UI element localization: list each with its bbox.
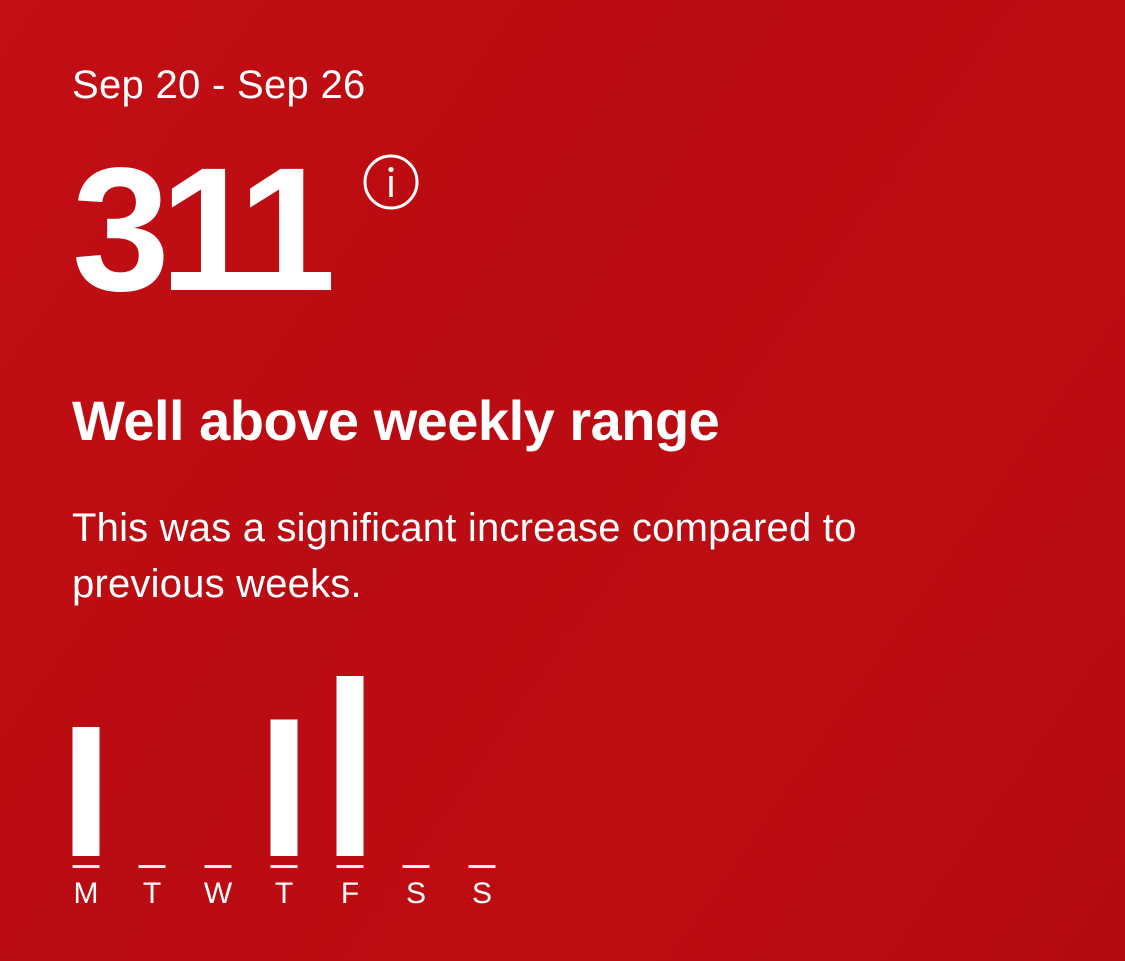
status-title: Well above weekly range [72,389,720,452]
date-range: Sep 20 - Sep 26 [72,63,366,107]
info-circle-icon [363,154,419,210]
baseline-tick-0 [72,865,100,868]
weekly-summary-card: Sep 20 - Sep 26 311 Well above weekly ra… [0,0,1125,961]
day-label-6: S [472,877,492,910]
day-label-1: T [143,877,161,910]
baseline-tick-5 [402,865,430,868]
baseline-tick-3 [270,865,298,868]
bar-4 [336,676,364,856]
day-label-0: M [74,877,99,910]
baseline-tick-1 [138,865,166,868]
daily-bar-chart: MTWTFSS [62,660,522,920]
baseline-tick-6 [468,865,496,868]
daily-bar-chart-svg: MTWTFSS [72,676,496,910]
baseline-tick-4 [336,865,364,868]
info-icon[interactable] [362,153,420,211]
day-label-5: S [406,877,426,910]
baseline-tick-2 [204,865,232,868]
day-label-4: F [341,877,359,910]
day-label-3: T [275,877,293,910]
day-label-2: W [204,877,233,910]
bar-3 [270,719,298,856]
weekly-total-value: 311 [72,132,336,328]
bar-0 [72,727,100,856]
status-description: This was a significant increase compared… [72,506,857,606]
